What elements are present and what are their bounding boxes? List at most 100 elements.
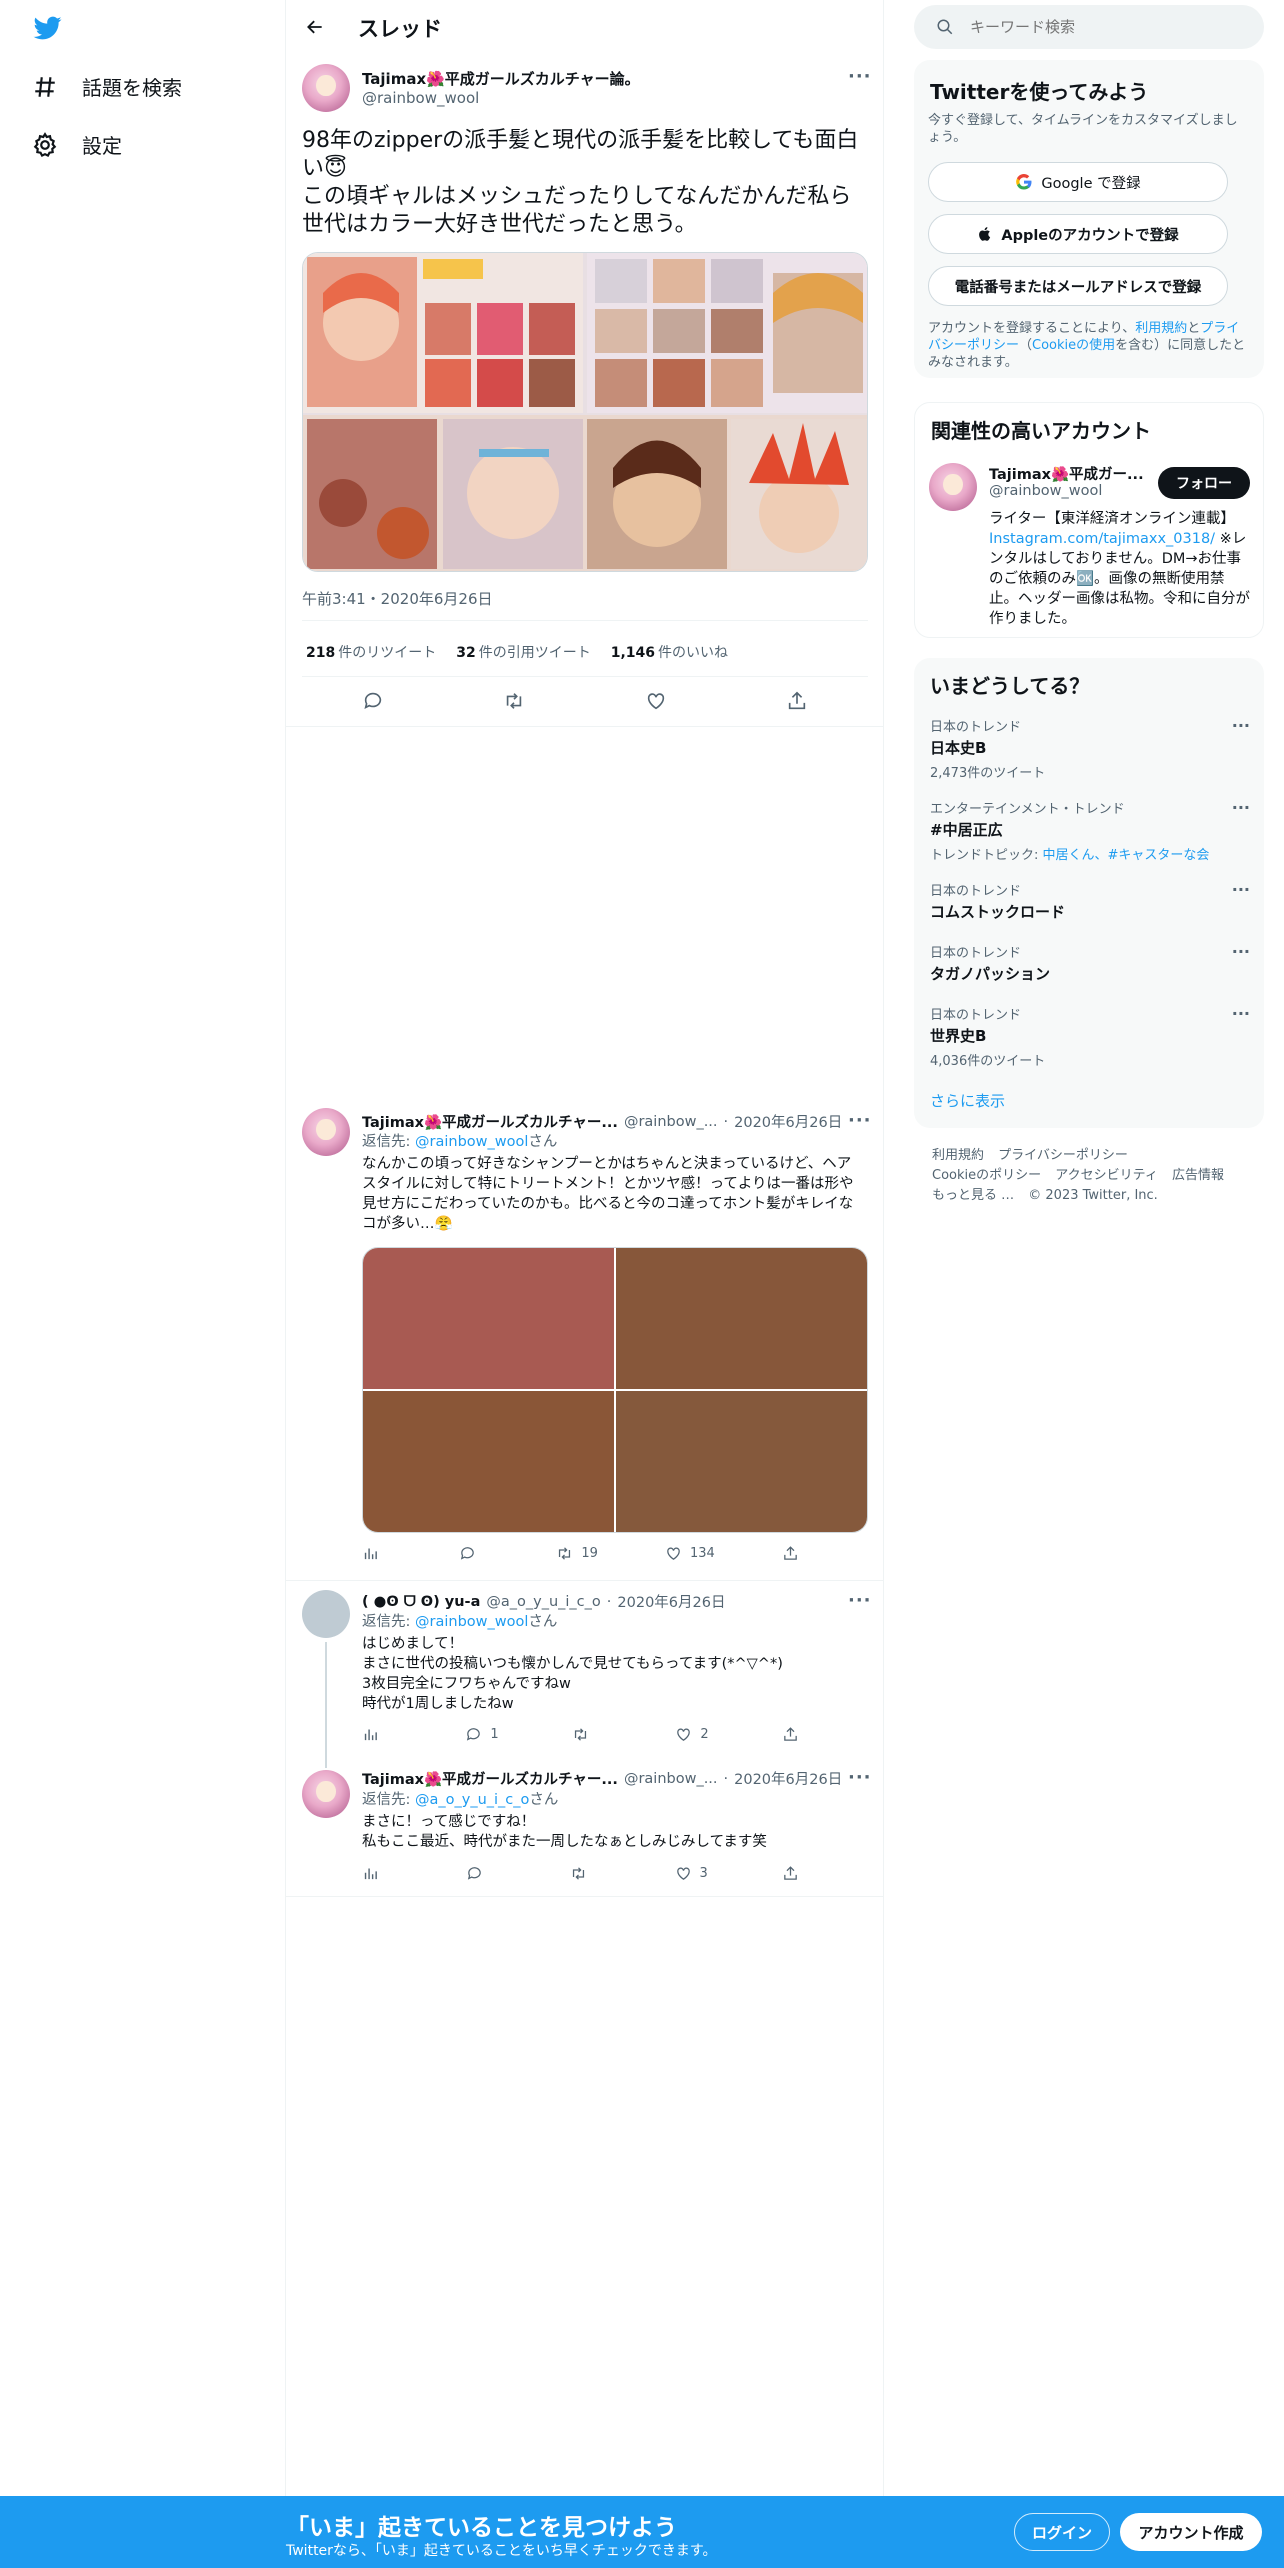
avatar[interactable]: [302, 1590, 350, 1638]
tweet-date[interactable]: 2020年6月26日: [734, 1111, 842, 1132]
media-tile[interactable]: [363, 1391, 614, 1532]
more-icon[interactable]: ···: [1232, 1004, 1250, 1023]
trend-topic-link[interactable]: 中居くん、#キャスターな会: [1043, 848, 1210, 863]
retweet-icon[interactable]: [503, 690, 525, 712]
signup-card: Twitterを使ってみよう 今すぐ登録して、タイムラインをカスタマイズしましょ…: [914, 60, 1264, 378]
tweet-photo[interactable]: [302, 252, 868, 572]
views-button[interactable]: [362, 1726, 392, 1743]
tweet-media-grid: [362, 1247, 868, 1533]
author-handle[interactable]: @rainbow_...: [624, 1114, 718, 1130]
avatar[interactable]: [302, 1108, 350, 1156]
share-button[interactable]: [782, 1545, 812, 1562]
views-button[interactable]: [362, 1865, 392, 1882]
reply-action-bar: 1 2: [362, 1726, 812, 1743]
reply-to-link[interactable]: @rainbow_wool: [415, 1614, 528, 1630]
tweet-timestamp[interactable]: 午前3:41・2020年6月26日: [302, 588, 493, 609]
views-button[interactable]: [362, 1545, 392, 1562]
author-name[interactable]: Tajimax🌺平成ガールズカルチャー論。: [362, 68, 640, 89]
follow-button[interactable]: フォロー: [1158, 467, 1250, 499]
apple-icon: [979, 227, 991, 241]
tweet-date[interactable]: 2020年6月26日: [734, 1768, 842, 1789]
like-button[interactable]: 134: [665, 1545, 715, 1562]
reply-to-link[interactable]: @rainbow_wool: [415, 1134, 528, 1150]
more-icon[interactable]: ···: [1232, 942, 1250, 961]
login-button[interactable]: ログイン: [1014, 2513, 1110, 2551]
trend-item[interactable]: 日本のトレンド コムストックロード ···: [930, 880, 1250, 922]
author-name[interactable]: Tajimax🌺平成ガールズカルチャー...: [362, 1768, 618, 1789]
twitter-bird-icon[interactable]: [32, 14, 64, 42]
media-tile[interactable]: [363, 1248, 614, 1389]
footer-link[interactable]: Cookieのポリシー: [932, 1168, 1041, 1183]
related-accounts-card: 関連性の高いアカウント Tajimax🌺平成ガー... @rainbow_woo…: [914, 402, 1264, 638]
reply-button[interactable]: 1: [465, 1726, 499, 1743]
author-handle[interactable]: @a_o_y_u_i_c_o: [486, 1594, 600, 1610]
like-icon: [677, 1728, 691, 1741]
google-signup-button[interactable]: Google で登録: [928, 162, 1228, 202]
retweet-button[interactable]: 19: [556, 1545, 598, 1562]
phone-email-signup-button[interactable]: 電話番号またはメールアドレスで登録: [928, 266, 1228, 306]
trend-item[interactable]: エンターテインメント・トレンド #中居正広 トレンドトピック: 中居くん、#キャ…: [930, 798, 1250, 863]
trend-item[interactable]: 日本のトレンド タガノパッション ···: [930, 942, 1250, 984]
like-stat[interactable]: 1,146 件のいいね: [611, 642, 728, 662]
avatar[interactable]: [302, 1770, 350, 1818]
author-name[interactable]: ( ●ʘ ᗜ ʘ) yu-a: [362, 1594, 480, 1610]
retweet-stat[interactable]: 218 件のリツイート: [306, 642, 436, 662]
search-input[interactable]: [970, 5, 1250, 49]
reply-icon: [468, 1867, 481, 1880]
quote-stat[interactable]: 32 件の引用ツイート: [456, 642, 590, 662]
share-icon: [784, 1727, 797, 1741]
retweet-icon: [574, 1728, 587, 1741]
reply-action-bar: 19 134: [362, 1545, 812, 1562]
author-handle[interactable]: @rainbow_wool: [362, 89, 479, 107]
like-button[interactable]: 3: [675, 1865, 708, 1882]
reply-to-link[interactable]: @a_o_y_u_i_c_o: [415, 1792, 529, 1808]
back-button[interactable]: [300, 12, 330, 42]
reply-header: Tajimax🌺平成ガールズカルチャー... @rainbow_... · 20…: [362, 1111, 842, 1132]
more-icon[interactable]: ···: [848, 1110, 872, 1131]
reply-button[interactable]: [459, 1545, 489, 1562]
footer-link[interactable]: アクセシビリティ: [1055, 1168, 1158, 1183]
avatar[interactable]: [929, 463, 977, 511]
account-handle[interactable]: @rainbow_wool: [989, 483, 1102, 499]
tweet-date[interactable]: 2020年6月26日: [617, 1591, 725, 1612]
retweet-button[interactable]: [570, 1865, 600, 1882]
author-name[interactable]: Tajimax🌺平成ガールズカルチャー...: [362, 1111, 618, 1132]
divider: [302, 620, 868, 621]
retweet-button[interactable]: [572, 1726, 602, 1743]
share-icon[interactable]: [786, 690, 808, 712]
more-icon[interactable]: ···: [1232, 880, 1250, 899]
avatar[interactable]: [302, 64, 350, 112]
reply-button[interactable]: [466, 1865, 496, 1882]
trend-item[interactable]: 日本のトレンド 世界史B 4,036件のツイート ···: [930, 1004, 1250, 1069]
nav-item-explore[interactable]: 話題を検索: [32, 72, 182, 101]
account-name[interactable]: Tajimax🌺平成ガー...: [989, 463, 1144, 484]
terms-link[interactable]: 利用規約: [1135, 321, 1187, 336]
more-icon[interactable]: ···: [848, 1767, 872, 1788]
more-icon[interactable]: ···: [848, 66, 872, 87]
search-box[interactable]: [914, 5, 1264, 49]
media-tile[interactable]: [616, 1248, 867, 1389]
footer-link[interactable]: プライバシーポリシー: [998, 1148, 1128, 1163]
signup-button[interactable]: アカウント作成: [1120, 2513, 1262, 2551]
media-tile[interactable]: [616, 1391, 867, 1532]
reply-to-line: 返信先: @rainbow_woolさん: [362, 1614, 558, 1630]
cookie-link[interactable]: Cookieの使用: [1032, 338, 1115, 353]
footer-link[interactable]: もっと見る …: [932, 1188, 1014, 1203]
apple-signup-button[interactable]: Appleのアカウントで登録: [928, 214, 1228, 254]
share-button[interactable]: [782, 1726, 812, 1743]
author-handle[interactable]: @rainbow_...: [624, 1771, 718, 1787]
footer-link[interactable]: 広告情報: [1172, 1168, 1224, 1183]
footer-link[interactable]: 利用規約: [932, 1148, 984, 1163]
more-icon[interactable]: ···: [848, 1590, 872, 1611]
nav-item-settings[interactable]: 設定: [32, 130, 122, 159]
like-button[interactable]: 2: [675, 1726, 709, 1743]
bio-link[interactable]: Instagram.com/tajimaxx_0318/: [989, 531, 1215, 547]
like-icon[interactable]: [645, 690, 667, 712]
share-button[interactable]: [782, 1865, 812, 1882]
more-icon[interactable]: ···: [1232, 798, 1250, 817]
trend-item[interactable]: 日本のトレンド 日本史B 2,473件のツイート ···: [930, 716, 1250, 781]
trends-title: いまどうしてる？: [930, 674, 1090, 698]
show-more-link[interactable]: さらに表示: [930, 1090, 1005, 1111]
more-icon[interactable]: ···: [1232, 716, 1250, 735]
reply-icon[interactable]: [362, 690, 384, 712]
